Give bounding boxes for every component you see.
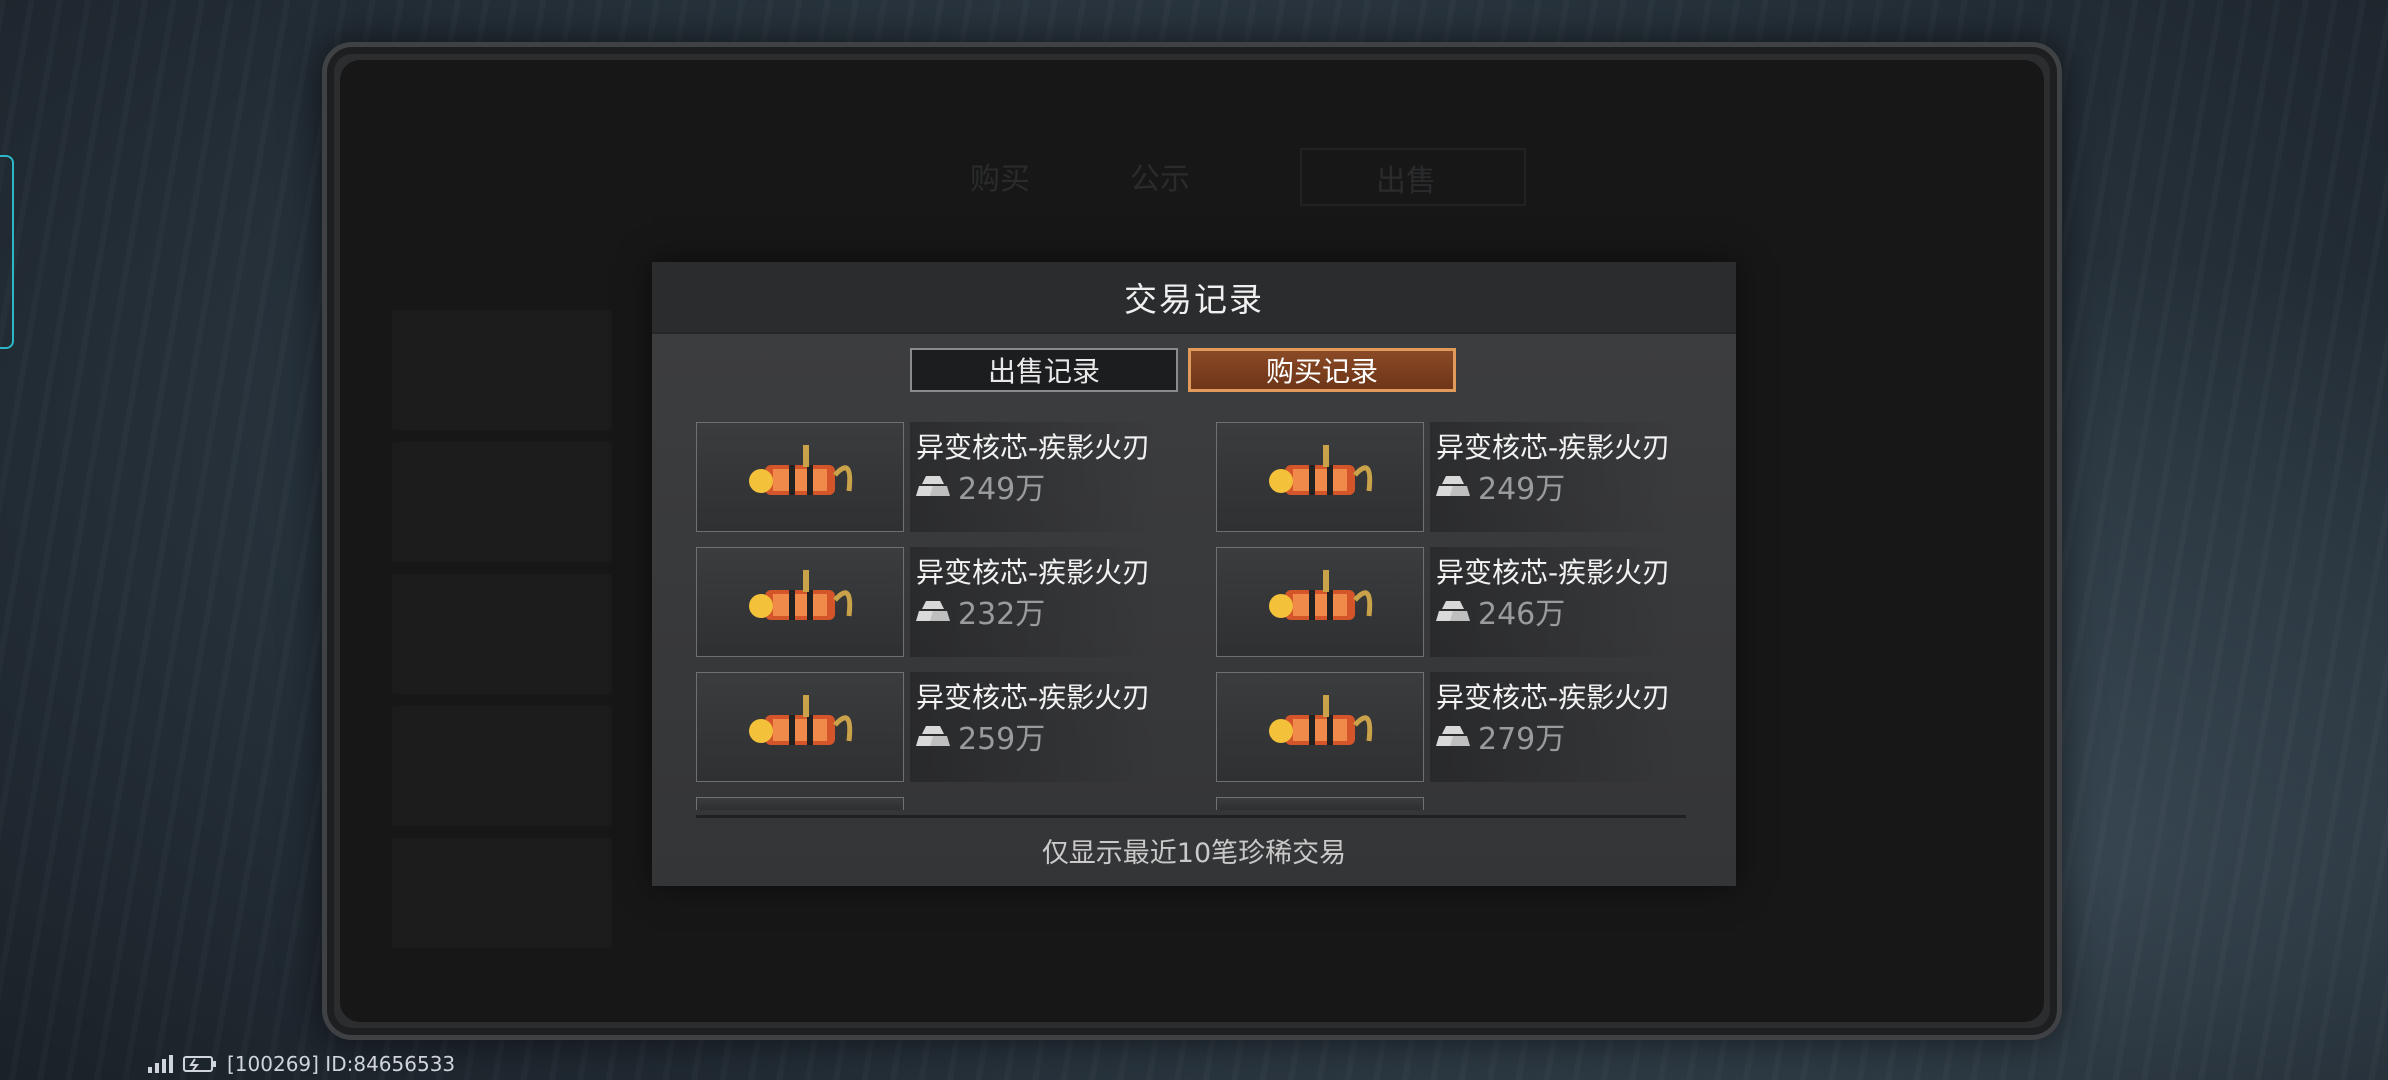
record-item[interactable]: 异变核芯-疾影火刃 249万 bbox=[696, 422, 1166, 536]
tab-sell-record[interactable]: 出售记录 bbox=[910, 348, 1178, 392]
item-price-value: 246万 bbox=[1478, 597, 1566, 632]
item-price: 249万 bbox=[1436, 464, 1565, 508]
tab-sell-record-label: 出售记录 bbox=[987, 355, 1100, 388]
gold-bar-icon bbox=[916, 726, 950, 746]
weapon-core-icon bbox=[749, 695, 853, 745]
item-name: 异变核芯-疾影火刃 bbox=[1436, 556, 1671, 589]
item-price: 232万 bbox=[916, 589, 1045, 633]
weapon-core-icon bbox=[1269, 570, 1373, 620]
weapon-core-icon bbox=[1269, 445, 1373, 495]
tab-buy-record[interactable]: 购买记录 bbox=[1188, 348, 1456, 392]
tab-buy-record-label: 购买记录 bbox=[1265, 355, 1378, 388]
weapon-core-icon bbox=[749, 570, 853, 620]
dialog-header: 交易记录 bbox=[652, 262, 1736, 334]
gold-bar-icon bbox=[1436, 726, 1470, 746]
status-bar: [100269] ID:84656533 bbox=[148, 1052, 455, 1076]
item-name: 异变核芯-疾影火刃 bbox=[1436, 681, 1671, 714]
record-item[interactable]: 异变核芯-疾影火刃 232万 bbox=[696, 547, 1166, 661]
item-price: 259万 bbox=[916, 714, 1045, 758]
item-name: 异变核芯-疾影火刃 bbox=[1436, 431, 1671, 464]
weapon-core-icon bbox=[749, 445, 853, 495]
gold-bar-icon bbox=[1436, 601, 1470, 621]
item-thumbnail bbox=[696, 422, 904, 532]
item-price: 249万 bbox=[916, 464, 1045, 508]
item-thumbnail bbox=[1216, 422, 1424, 532]
item-name: 异变核芯-疾影火刃 bbox=[916, 556, 1151, 589]
item-thumbnail bbox=[696, 672, 904, 782]
gold-bar-icon bbox=[1436, 476, 1470, 496]
trade-record-dialog: 交易记录 出售记录 购买记录 异变核芯-疾影火刃 249万 异变核芯-疾影火刃 … bbox=[652, 262, 1736, 886]
record-item[interactable]: 异变核芯-疾影火刃 279万 bbox=[1216, 672, 1686, 786]
item-thumbnail-partial bbox=[696, 797, 904, 810]
item-price-value: 249万 bbox=[1478, 472, 1566, 507]
item-price-value: 249万 bbox=[958, 472, 1046, 507]
record-list[interactable]: 异变核芯-疾影火刃 249万 异变核芯-疾影火刃 249万 异变核芯-疾影火刃 … bbox=[696, 422, 1686, 810]
gold-bar-icon bbox=[916, 476, 950, 496]
item-name: 异变核芯-疾影火刃 bbox=[916, 431, 1151, 464]
item-price: 279万 bbox=[1436, 714, 1565, 758]
player-id-text: [100269] ID:84656533 bbox=[227, 1052, 456, 1076]
item-name: 异变核芯-疾影火刃 bbox=[916, 681, 1151, 714]
item-thumbnail-partial bbox=[1216, 797, 1424, 810]
item-thumbnail bbox=[1216, 672, 1424, 782]
dialog-title: 交易记录 bbox=[1124, 280, 1264, 319]
side-handle[interactable] bbox=[0, 155, 14, 349]
item-price-value: 232万 bbox=[958, 597, 1046, 632]
gold-bar-icon bbox=[916, 601, 950, 621]
recent-trades-note: 仅显示最近10笔珍稀交易 bbox=[1041, 838, 1347, 869]
list-divider bbox=[696, 815, 1686, 818]
item-price-value: 279万 bbox=[1478, 722, 1566, 757]
record-tabs: 出售记录 购买记录 bbox=[910, 348, 1456, 392]
signal-icon bbox=[148, 1055, 173, 1073]
battery-icon bbox=[183, 1056, 216, 1072]
item-price: 246万 bbox=[1436, 589, 1565, 633]
record-item[interactable]: 异变核芯-疾影火刃 246万 bbox=[1216, 547, 1686, 661]
item-thumbnail bbox=[1216, 547, 1424, 657]
weapon-core-icon bbox=[1269, 695, 1373, 745]
record-item[interactable]: 异变核芯-疾影火刃 259万 bbox=[696, 672, 1166, 786]
item-price-value: 259万 bbox=[958, 722, 1046, 757]
record-item[interactable]: 异变核芯-疾影火刃 249万 bbox=[1216, 422, 1686, 536]
item-thumbnail bbox=[696, 547, 904, 657]
